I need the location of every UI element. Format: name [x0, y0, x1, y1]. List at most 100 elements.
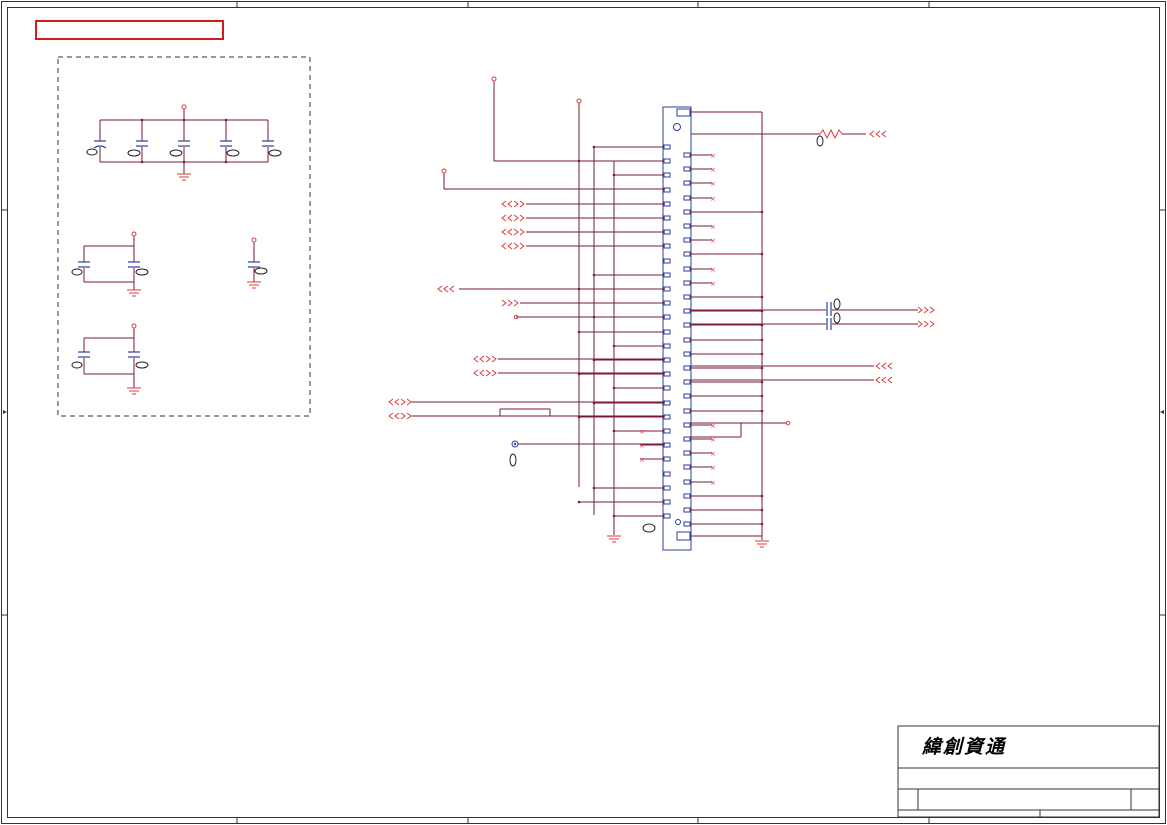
- wire-junction: [577, 500, 581, 504]
- offpage-arrow-symbol: [406, 412, 412, 420]
- ground-symbol: [607, 535, 769, 548]
- connector-pin-left: [663, 343, 671, 349]
- sheet-title-highlight: [35, 20, 224, 40]
- connector-pin-right: [683, 195, 691, 201]
- offpage-arrow-symbol: [513, 242, 519, 250]
- connector-pin-left: [663, 456, 671, 462]
- offpage-arrow-symbol: [869, 130, 875, 138]
- decoupling-bank-1: [86, 104, 282, 181]
- connector-pin-left: [663, 258, 671, 264]
- offpage-arrow-symbol: [443, 285, 449, 293]
- offpage-arrow-symbol: [473, 369, 479, 377]
- decoupling-bank-3: [71, 323, 149, 395]
- connector-pin-right: [683, 308, 691, 314]
- connector-pin-right: [683, 280, 691, 286]
- offpage-arrow-symbol: [400, 412, 406, 420]
- connector-pin-left: [663, 485, 671, 491]
- offpage-arrow-symbol: [507, 242, 513, 250]
- connector-pin-left: [663, 385, 671, 391]
- offpage-arrow-symbol: [388, 412, 394, 420]
- connector-pin-right: [683, 507, 691, 513]
- offpage-arrow-symbol: [485, 369, 491, 377]
- offpage-arrow-symbol: [507, 299, 513, 307]
- connector-pin-right: [683, 251, 691, 257]
- offpage-arrow-symbol: [519, 228, 525, 236]
- connector-pin-right: [683, 152, 691, 158]
- connector-pin-left: [663, 499, 671, 505]
- offpage-arrow-symbol: [394, 412, 400, 420]
- offpage-arrow-symbol: [400, 398, 406, 406]
- connector-pin-right: [683, 237, 691, 243]
- connector-pin-right: [683, 479, 691, 485]
- offpage-arrow-symbol: [437, 285, 443, 293]
- component-ref-glyph: [71, 267, 268, 276]
- no-connect-marker: ×: [710, 180, 716, 188]
- company-name: 緯創資通: [922, 736, 1007, 758]
- connector-pin-right: [683, 493, 691, 499]
- offpage-arrow-symbol: [887, 362, 893, 370]
- connector-ref-glyph: [642, 523, 656, 533]
- left-signal-wires: × × ×: [577, 145, 664, 518]
- connector-pin-right: [683, 322, 691, 328]
- offpage-arrow-symbol: [519, 214, 525, 222]
- offpage-arrow-symbol: [406, 398, 412, 406]
- sheet-frame: [1, 1, 1166, 824]
- offpage-arrow-symbol: [875, 362, 881, 370]
- no-connect-marker: ×: [710, 464, 716, 472]
- no-connect-marker: ×: [710, 237, 716, 245]
- offpage-arrow-symbol: [923, 320, 929, 328]
- offpage-arrow-symbol: [501, 228, 507, 236]
- offpage-arrow-symbol: [929, 320, 935, 328]
- capacitor-symbol: [78, 261, 260, 268]
- connector-pin-left: [663, 172, 671, 178]
- no-connect-marker: ×: [639, 442, 645, 450]
- right-signal-wires: ×××××××××××××: [690, 152, 764, 526]
- offpage-arrow-symbol: [501, 299, 507, 307]
- offpage-arrow-symbol: [881, 376, 887, 384]
- no-connect-marker: ×: [639, 456, 645, 464]
- connector-pin-right: [683, 450, 691, 456]
- connector-pin-right: [683, 294, 691, 300]
- offpage-arrow-symbol: [507, 214, 513, 222]
- no-connect-marker: ×: [710, 266, 716, 274]
- offpage-arrow-symbol: [388, 398, 394, 406]
- connector-pin-left: [663, 144, 671, 150]
- connector-pin-right: [683, 351, 691, 357]
- schematic-sheet: ××× ×××××××××××××: [1, 1, 1166, 824]
- resistor-symbol: [816, 128, 843, 147]
- offpage-arrow-symbol: [917, 306, 923, 314]
- connector-pin-right: [683, 393, 691, 399]
- offpage-arrow-symbol: [491, 355, 497, 363]
- connector-pin-right: [683, 337, 691, 343]
- offpage-arrow-symbol: [479, 369, 485, 377]
- offpage-arrow-symbol: [473, 355, 479, 363]
- offpage-arrow-symbol: [929, 306, 935, 314]
- offpage-arrow-symbol: [513, 214, 519, 222]
- offpage-arrow-symbol: [479, 355, 485, 363]
- offpage-arrow-symbol: [519, 242, 525, 250]
- connector-pins: [663, 144, 691, 527]
- connector-pin-right: [683, 365, 691, 371]
- offpage-arrow-symbol: [513, 228, 519, 236]
- no-connect-marker: ×: [710, 195, 716, 203]
- offpage-arrow-symbol: [507, 228, 513, 236]
- offpage-arrow-symbol: [449, 285, 455, 293]
- no-connect-marker: ×: [639, 428, 645, 436]
- offpage-arrow-symbol: [513, 299, 519, 307]
- connector-pin-left: [663, 329, 671, 335]
- frame-edge-arrow: [3, 410, 1164, 414]
- offpage-arrow-symbol: [491, 369, 497, 377]
- offpage-arrow-symbol: [923, 306, 929, 314]
- connector-pin-left: [663, 428, 671, 434]
- offpage-arrow-symbol: [887, 376, 893, 384]
- connector-pin-left: [663, 158, 671, 164]
- ground-symbol: [127, 281, 261, 297]
- connector-pin-right: [683, 422, 691, 428]
- connector-pin-right: [683, 379, 691, 385]
- connector-pin-right: [683, 209, 691, 215]
- offpage-arrow-symbol: [501, 214, 507, 222]
- component-ref-glyph: [71, 361, 149, 369]
- no-connect-marker: ×: [710, 450, 716, 458]
- capacitor-symbol: [93, 140, 274, 149]
- no-connect-marker: ×: [710, 280, 716, 288]
